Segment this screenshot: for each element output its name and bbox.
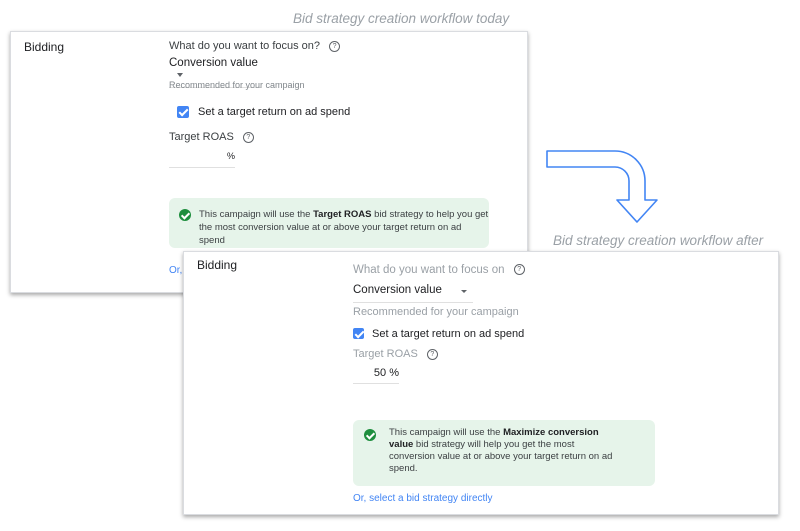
- checkbox-checked-icon[interactable]: [353, 328, 364, 340]
- focus-select-value: Conversion value: [169, 57, 258, 69]
- notice-text: This campaign will use the Maximize conv…: [389, 427, 621, 475]
- target-roas-text: Target ROAS: [169, 131, 234, 143]
- checkbox-label: Set a target return on ad spend: [372, 327, 525, 340]
- checkbox-label: Set a target return on ad spend: [198, 105, 351, 118]
- notice-strategy-name: Target ROAS: [313, 209, 372, 220]
- focus-question-text: What do you want to focus on: [353, 264, 505, 276]
- select-strategy-link[interactable]: Or,: [169, 265, 182, 276]
- checkbox-checked-icon[interactable]: [177, 105, 189, 118]
- focus-question: What do you want to focus on ?: [353, 264, 525, 276]
- help-icon[interactable]: ?: [242, 131, 254, 143]
- chevron-down-icon: [461, 290, 467, 293]
- notice-text-post: bid strategy will help you get the most …: [389, 439, 613, 474]
- select-strategy-link[interactable]: Or, select a bid strategy directly: [353, 493, 493, 504]
- target-roas-label: Target ROAS ?: [353, 348, 438, 360]
- caption-after: Bid strategy creation workflow after: [553, 233, 764, 248]
- help-icon[interactable]: ?: [513, 264, 525, 276]
- notice-text-pre: This campaign will use the: [389, 427, 504, 438]
- check-circle-icon: [179, 209, 191, 221]
- target-roas-value: 50 %: [373, 367, 399, 379]
- section-label-bidding: Bidding: [24, 40, 65, 54]
- roas-checkbox-row[interactable]: Set a target return on ad spend: [353, 325, 524, 343]
- target-roas-input[interactable]: 50 %: [353, 367, 399, 384]
- bent-arrow-down-icon: [546, 150, 658, 223]
- bidding-card-after: Bidding What do you want to focus on ? C…: [183, 251, 779, 515]
- strategy-notice: This campaign will use the Target ROAS b…: [169, 198, 489, 248]
- strategy-notice: This campaign will use the Maximize conv…: [353, 420, 655, 486]
- percent-suffix: %: [226, 151, 235, 161]
- focus-select[interactable]: Conversion value: [353, 284, 473, 303]
- section-label-bidding: Bidding: [197, 258, 238, 272]
- chevron-down-icon: [177, 72, 183, 77]
- target-roas-label: Target ROAS ?: [169, 131, 254, 143]
- focus-question-text: What do you want to focus on?: [169, 40, 321, 52]
- check-circle-icon: [364, 429, 376, 441]
- notice-text: This campaign will use the Target ROAS b…: [199, 208, 489, 247]
- help-icon[interactable]: ?: [426, 348, 438, 360]
- recommended-hint: Recommended for your campaign: [353, 306, 519, 318]
- help-icon[interactable]: ?: [329, 40, 341, 52]
- recommended-hint: Recommended for your campaign: [169, 80, 305, 90]
- caption-today: Bid strategy creation workflow today: [293, 11, 510, 26]
- focus-question: What do you want to focus on? ?: [169, 40, 341, 52]
- notice-text-pre: This campaign will use the: [199, 209, 314, 220]
- target-roas-input[interactable]: %: [169, 150, 235, 168]
- focus-select-value: Conversion value: [353, 284, 442, 296]
- target-roas-text: Target ROAS: [353, 348, 418, 360]
- roas-checkbox-row[interactable]: Set a target return on ad spend: [177, 103, 350, 121]
